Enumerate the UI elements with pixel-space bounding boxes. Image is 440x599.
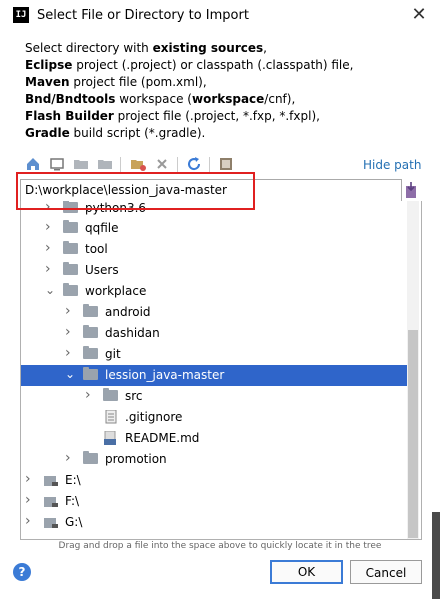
window-title: Select File or Directory to Import [37, 8, 249, 23]
chevron-right-icon[interactable]: › [65, 325, 75, 339]
desc-text: /cnf), [264, 92, 296, 106]
tree-item-label: G:\ [65, 515, 83, 529]
browse-history-icon[interactable] [403, 181, 419, 199]
tree-item-label: E:\ [65, 473, 81, 487]
toolbar-separator [120, 157, 121, 172]
folder-icon [83, 304, 98, 317]
toolbar-separator [177, 157, 178, 172]
desc-text: project file (pom.xml), [69, 75, 207, 89]
tree-item-label: .gitignore [125, 410, 183, 424]
folder-icon [63, 241, 78, 254]
folder-icon [83, 367, 98, 380]
new-folder-icon[interactable] [130, 156, 146, 172]
hide-path-link[interactable]: Hide path [363, 158, 421, 172]
chevron-right-icon[interactable]: › [65, 346, 75, 360]
tree-item-label: src [125, 389, 143, 403]
tree-folder-row[interactable]: › Users [21, 260, 409, 281]
toolbar-separator [209, 157, 210, 172]
desc-bold: Flash Builder [25, 109, 114, 123]
file-tree[interactable]: › python3.6 › qqfile › tool › Users ⌄ workplace › a… [20, 201, 422, 540]
tree-folder-row[interactable]: › android [21, 302, 409, 323]
folder-icon [103, 388, 118, 401]
chevron-right-icon[interactable]: › [45, 262, 55, 276]
drive-icon [44, 497, 58, 507]
chevron-down-icon[interactable]: ⌄ [65, 368, 75, 380]
tree-drive-row[interactable]: › E:\ [21, 470, 409, 491]
desc-text: Select directory with [25, 41, 153, 55]
desc-bold: workspace [191, 92, 265, 106]
tree-item-label: dashidan [105, 326, 160, 340]
chevron-right-icon[interactable]: › [25, 472, 35, 486]
text-file-icon [105, 410, 117, 424]
desktop-icon[interactable] [49, 156, 65, 172]
home-icon[interactable] [25, 156, 41, 172]
folder-icon [63, 283, 78, 296]
drag-drop-hint: Drag and drop a file into the space abov… [58, 541, 382, 551]
tree-item-label: tool [85, 242, 108, 256]
tree-file-row[interactable]: README.md [21, 428, 409, 449]
chevron-right-icon[interactable]: › [25, 514, 35, 528]
module-folder-icon[interactable] [97, 156, 113, 172]
desc-bold: Bnd/Bndtools [25, 92, 116, 106]
tree-folder-row[interactable]: › qqfile [21, 218, 409, 239]
tree-folder-row[interactable]: › promotion [21, 449, 409, 470]
tree-item-label: README.md [125, 431, 200, 445]
tree-folder-row[interactable]: › dashidan [21, 323, 409, 344]
help-icon[interactable]: ? [13, 563, 31, 581]
folder-icon [63, 262, 78, 275]
tree-folder-row[interactable]: ⌄ lession_java-master [21, 365, 409, 386]
background-window-edge [432, 512, 440, 599]
tree-item-label: F:\ [65, 494, 80, 508]
tree-item-label: qqfile [85, 221, 119, 235]
tree-drive-row[interactable]: › G:\ [21, 512, 409, 533]
refresh-icon[interactable] [186, 156, 202, 172]
delete-icon[interactable] [154, 156, 170, 172]
tree-item-label: lession_java-master [105, 368, 225, 382]
desc-bold: Eclipse [25, 58, 73, 72]
intellij-app-icon: IJ [13, 7, 29, 23]
folder-icon [83, 451, 98, 464]
desc-text: workspace ( [115, 92, 192, 106]
tree-folder-row[interactable]: › src [21, 386, 409, 407]
tree-folder-row[interactable]: › git [21, 344, 409, 365]
tree-item-label: git [105, 347, 121, 361]
tree-scrollbar-thumb[interactable] [408, 330, 418, 538]
tree-item-label: promotion [105, 452, 167, 466]
tree-file-row[interactable]: .gitignore [21, 407, 409, 428]
chevron-right-icon[interactable]: › [45, 241, 55, 255]
chevron-right-icon[interactable]: › [45, 220, 55, 234]
chevron-right-icon[interactable]: › [65, 304, 75, 318]
show-hidden-icon[interactable] [218, 156, 234, 172]
close-icon[interactable]: ✕ [404, 4, 434, 28]
desc-bold: Gradle [25, 126, 70, 140]
desc-text: , [263, 41, 267, 55]
tree-folder-row[interactable]: › tool [21, 239, 409, 260]
chevron-down-icon[interactable]: ⌄ [45, 284, 55, 296]
folder-icon [83, 325, 98, 338]
desc-bold: Maven [25, 75, 70, 89]
chevron-right-icon[interactable]: › [25, 493, 35, 507]
tree-item-label: workplace [85, 284, 147, 298]
desc-text: project (.project) or classpath (.classp… [72, 58, 354, 72]
markdown-file-icon [104, 431, 116, 445]
drive-icon [44, 518, 58, 528]
red-highlight-annotation [16, 172, 255, 210]
drive-icon [44, 476, 58, 486]
ok-button[interactable]: OK [270, 560, 343, 584]
chevron-right-icon[interactable]: › [65, 451, 75, 465]
desc-text: build script (*.gradle). [69, 126, 206, 140]
folder-icon [63, 220, 78, 233]
description-text: Select directory with existing sources, … [25, 40, 425, 142]
chevron-right-icon[interactable]: › [85, 388, 95, 402]
desc-bold: existing sources [152, 41, 264, 55]
project-folder-icon[interactable] [73, 156, 89, 172]
desc-text: project file (.project, *.fxp, *.fxpl), [113, 109, 320, 123]
tree-drive-row[interactable]: › F:\ [21, 491, 409, 512]
folder-icon [83, 346, 98, 359]
tree-item-label: Users [85, 263, 119, 277]
tree-folder-row[interactable]: ⌄ workplace [21, 281, 409, 302]
tree-item-label: android [105, 305, 151, 319]
cancel-button[interactable]: Cancel [350, 560, 422, 584]
